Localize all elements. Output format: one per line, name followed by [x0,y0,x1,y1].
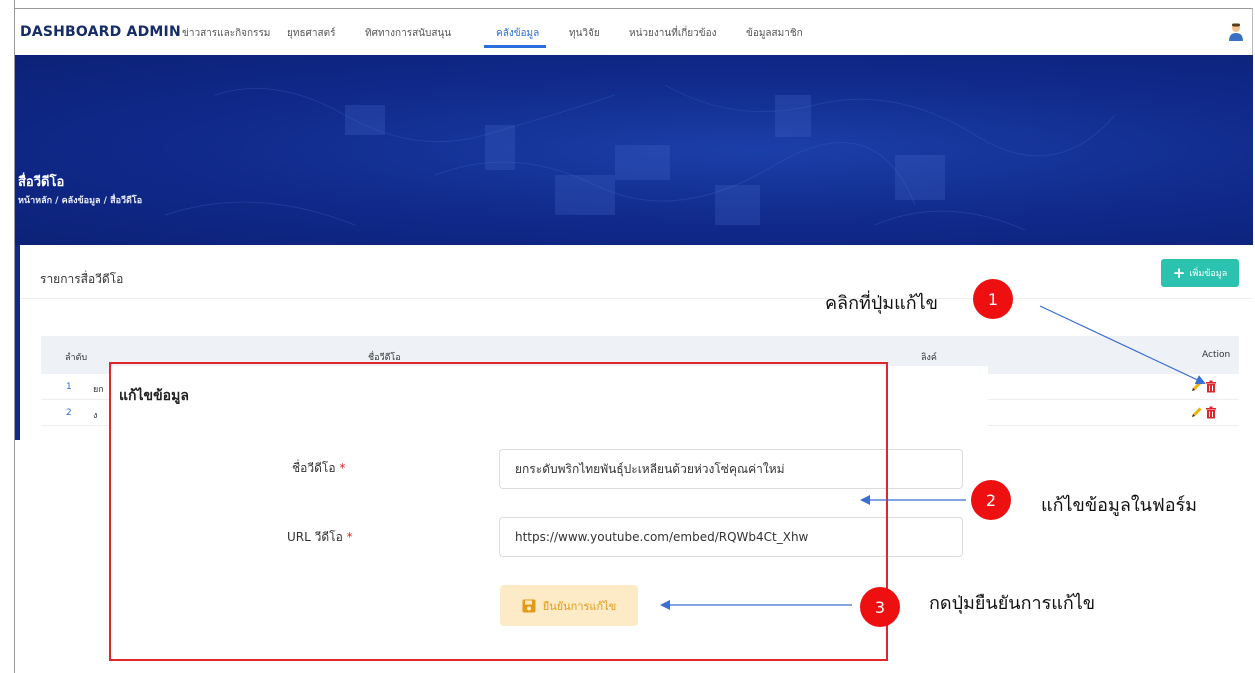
row-video-name: ยก [93,385,104,395]
modal-highlight-box [109,362,888,661]
row-number: 1 [66,382,72,392]
pencil-icon[interactable] [1191,406,1203,419]
page-title: สื่อวีดีโอ [18,175,65,190]
column-header-link: ลิงค์ [921,353,937,363]
add-button-label: เพิ่มข้อมูล [1189,269,1228,279]
annotation-3-badge: 3 [860,587,900,627]
nav-item-related-agencies[interactable]: หน่วยงานที่เกี่ยวข้อง [629,26,717,41]
annotation-2-text: แก้ไขข้อมูลในฟอร์ม [1041,495,1198,516]
add-data-button[interactable]: + เพิ่มข้อมูล [1161,259,1239,287]
hero-map-pattern [164,84,1116,231]
plus-icon: + [1172,263,1186,282]
row-actions [1191,380,1217,393]
trash-icon[interactable] [1205,380,1217,393]
row-number: 2 [66,408,72,418]
nav-item-direction[interactable]: ทิศทางการสนับสนุน [365,26,451,41]
column-header-order: ลำดับ [65,353,88,363]
active-nav-indicator [484,45,546,48]
annotation-3-text: กดปุ่มยืนยันการแก้ไข [929,593,1096,614]
top-navbar: DASHBOARD ADMIN ข่าวสารและกิจกรรม ยุทธศา… [15,8,1253,55]
nav-item-strategy[interactable]: ยุทธศาสตร์ [287,26,336,41]
pencil-icon[interactable] [1191,380,1203,393]
card-title: รายการสื่อวีดีโอ [40,272,124,286]
breadcrumb[interactable]: หน้าหลัก / คลังข้อมูล / สื่อวีดีโอ [18,193,142,207]
card-divider [20,298,1253,299]
trash-icon[interactable] [1205,406,1217,419]
annotation-2-badge: 2 [971,480,1011,520]
screenshot-frame: DASHBOARD ADMIN ข่าวสารและกิจกรรม ยุทธศา… [0,0,1255,673]
nav-item-members[interactable]: ข้อมูลสมาชิก [746,26,803,41]
row-video-name: ง [93,411,98,421]
brand-title[interactable]: DASHBOARD ADMIN [20,24,181,40]
nav-item-research-fund[interactable]: ทุนวิจัย [569,26,600,41]
nav-item-news[interactable]: ข่าวสารและกิจกรรม [182,26,270,41]
annotation-1-text: คลิกที่ปุ่มแก้ไข [825,293,938,314]
page-hero-banner: สื่อวีดีโอ หน้าหลัก / คลังข้อมูล / สื่อว… [15,55,1253,245]
nav-item-data-repository[interactable]: คลังข้อมูล [496,26,539,41]
annotation-1-badge: 1 [973,279,1013,319]
user-avatar-icon[interactable] [1228,22,1244,42]
column-header-action: Action [1202,350,1231,360]
row-actions [1191,406,1217,419]
